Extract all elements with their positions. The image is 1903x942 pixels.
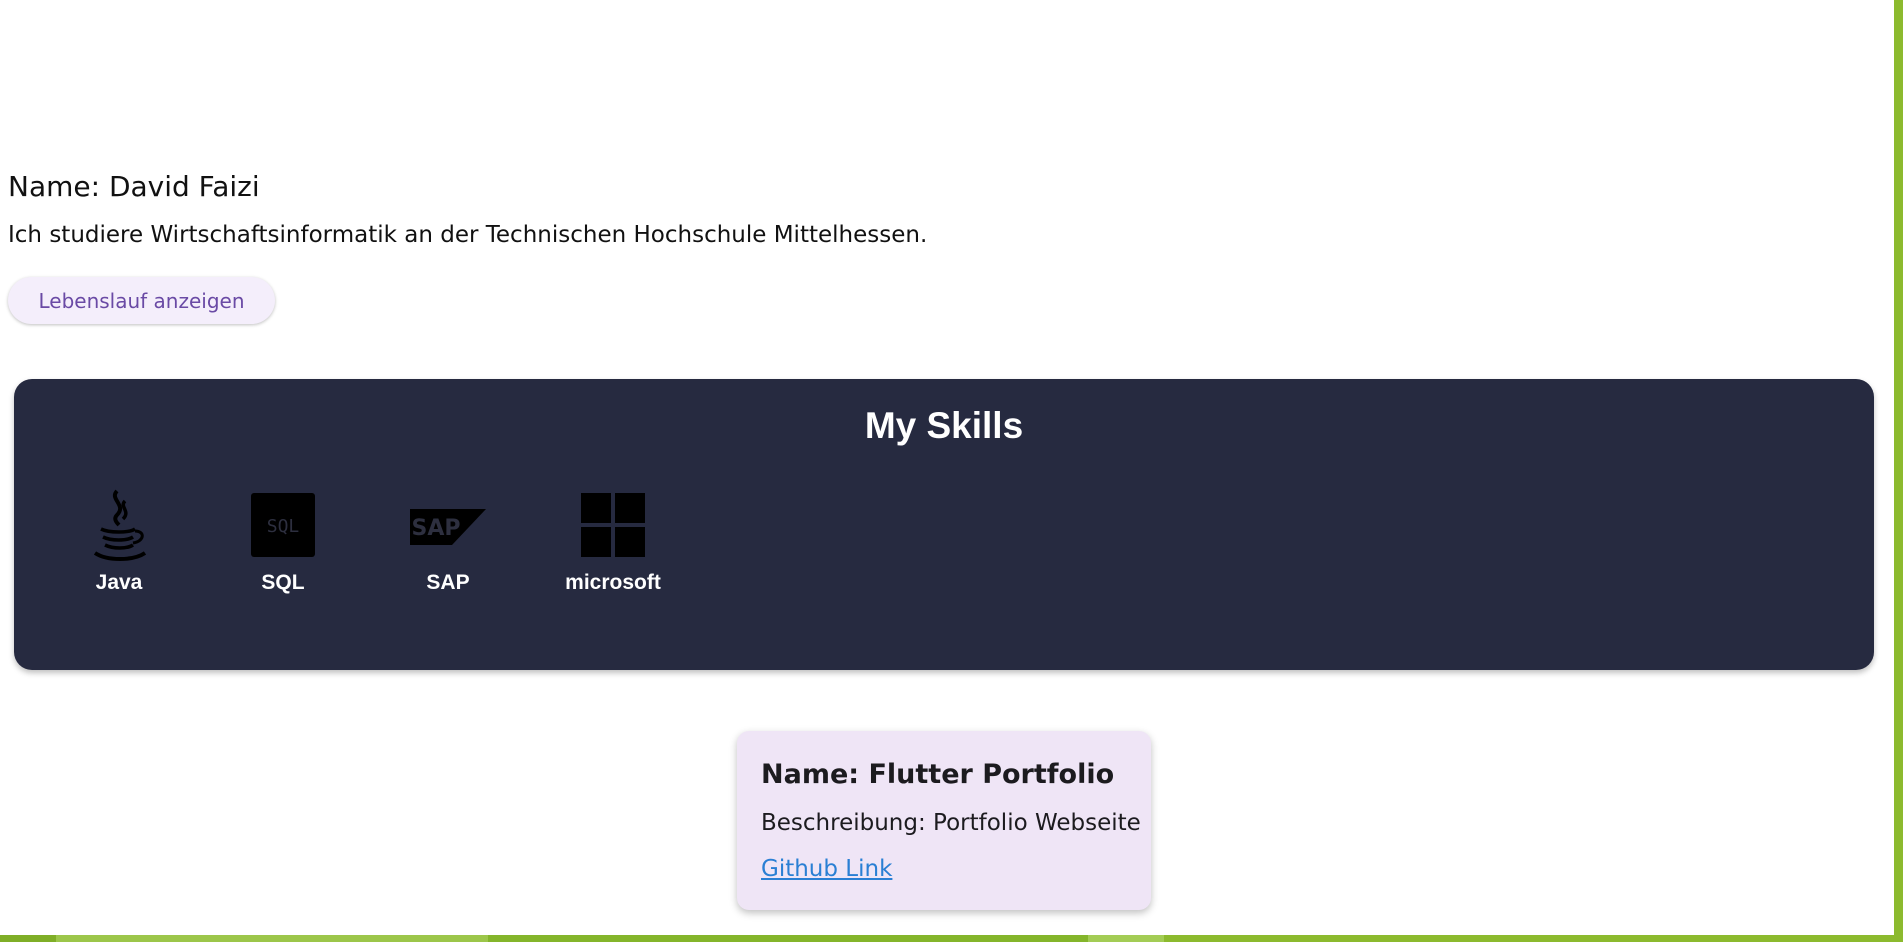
show-cv-button[interactable]: Lebenslauf anzeigen <box>8 277 275 324</box>
microsoft-icon <box>581 487 645 563</box>
skill-java: Java <box>39 487 199 595</box>
sap-icon: SAP <box>410 487 486 563</box>
skill-label-java: Java <box>95 571 143 594</box>
skill-label-microsoft: microsoft <box>565 571 661 594</box>
sap-icon-text: SAP <box>412 516 461 541</box>
right-accent-border <box>1894 0 1903 942</box>
profile-study-text: Ich studiere Wirtschaftsinformatik an de… <box>8 222 928 248</box>
sql-icon-text: SQL <box>267 516 300 537</box>
skill-sql: SQL SQL <box>203 487 363 595</box>
github-link[interactable]: Github Link <box>761 856 892 882</box>
skill-label-sql: SQL <box>261 571 305 594</box>
profile-name: Name: David Faizi <box>8 170 260 203</box>
skills-panel: My Skills Java SQL SQL SAP SAP microsoft <box>14 379 1874 670</box>
skill-sap: SAP SAP <box>368 487 528 595</box>
skills-title: My Skills <box>864 405 1024 446</box>
project-card: Name: Flutter Portfolio Beschreibung: Po… <box>737 731 1151 910</box>
project-name: Name: Flutter Portfolio <box>761 759 1115 790</box>
skill-microsoft: microsoft <box>533 487 693 595</box>
java-icon <box>87 487 151 563</box>
sql-icon: SQL <box>251 487 315 563</box>
portfolio-page: Name: David Faizi Ich studiere Wirtschaf… <box>0 0 1903 942</box>
bottom-accent-border <box>0 935 1903 942</box>
project-description: Beschreibung: Portfolio Webseite <box>761 810 1141 836</box>
skill-label-sap: SAP <box>426 571 470 594</box>
